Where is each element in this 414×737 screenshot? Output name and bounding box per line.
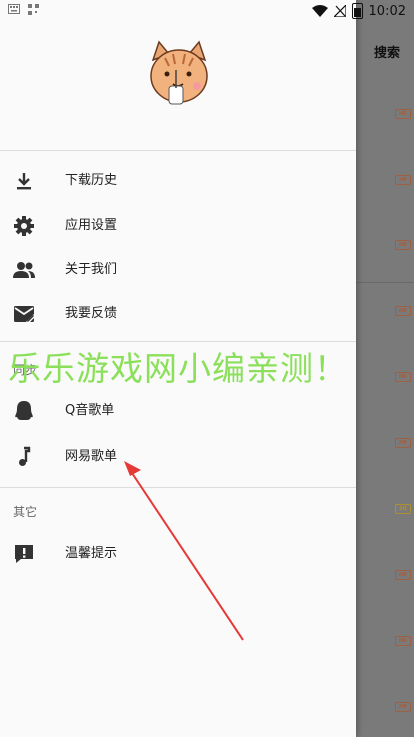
wifi-icon [311, 5, 328, 17]
menu-item-netease-playlist[interactable]: 网易歌单 [0, 435, 356, 479]
keyboard-icon [8, 4, 20, 14]
qr-icon [28, 4, 39, 15]
download-icon [17, 173, 31, 190]
clock: 10:02 [368, 3, 406, 19]
menu-label: 网易歌单 [65, 449, 118, 464]
search-tab[interactable]: 搜索 [374, 42, 400, 61]
quality-badge: HR [395, 175, 411, 185]
menu-item-about-us[interactable]: 关于我们 [0, 248, 356, 292]
quality-badge: HR [395, 570, 411, 580]
cat-avatar[interactable] [145, 40, 213, 108]
quality-badge: SQ [395, 504, 411, 514]
menu-item-tips[interactable]: 温馨提示 [0, 532, 356, 576]
alert-icon [15, 545, 33, 563]
battery-icon [351, 3, 363, 19]
menu-label: 温馨提示 [65, 546, 118, 561]
menu-label: 我要反馈 [65, 306, 118, 321]
menu-item-settings[interactable]: 应用设置 [0, 204, 356, 248]
menu-label: 下载历史 [65, 173, 118, 188]
header-divider [0, 150, 356, 151]
quality-badge: HR [395, 438, 411, 448]
section-divider [0, 487, 356, 488]
qq-penguin-icon [15, 401, 33, 420]
feedback-icon [14, 306, 36, 324]
music-note-icon [19, 446, 31, 466]
menu-label: 应用设置 [65, 218, 118, 233]
gear-icon [14, 216, 34, 236]
quality-badge: HR [395, 109, 411, 119]
background-divider [356, 282, 414, 283]
menu-item-qq-playlist[interactable]: Q音歌单 [0, 389, 356, 433]
menu-label: 关于我们 [65, 262, 118, 277]
watermark-text: 乐乐游戏网小编亲测！ [8, 349, 348, 388]
quality-badge: HR [395, 372, 411, 382]
menu-label: Q音歌单 [65, 403, 115, 418]
menu-item-download-history[interactable]: 下载历史 [0, 159, 356, 203]
quality-badge: HR [395, 240, 411, 250]
quality-badge: HR [395, 636, 411, 646]
section-title-other: 其它 [13, 505, 38, 519]
menu-item-feedback[interactable]: 我要反馈 [0, 292, 356, 336]
quality-badge: HR [395, 702, 411, 712]
quality-badge: HR [395, 306, 411, 316]
people-icon [13, 262, 35, 278]
no-signal-icon [333, 5, 346, 17]
status-bar: 10:02 [0, 0, 414, 22]
